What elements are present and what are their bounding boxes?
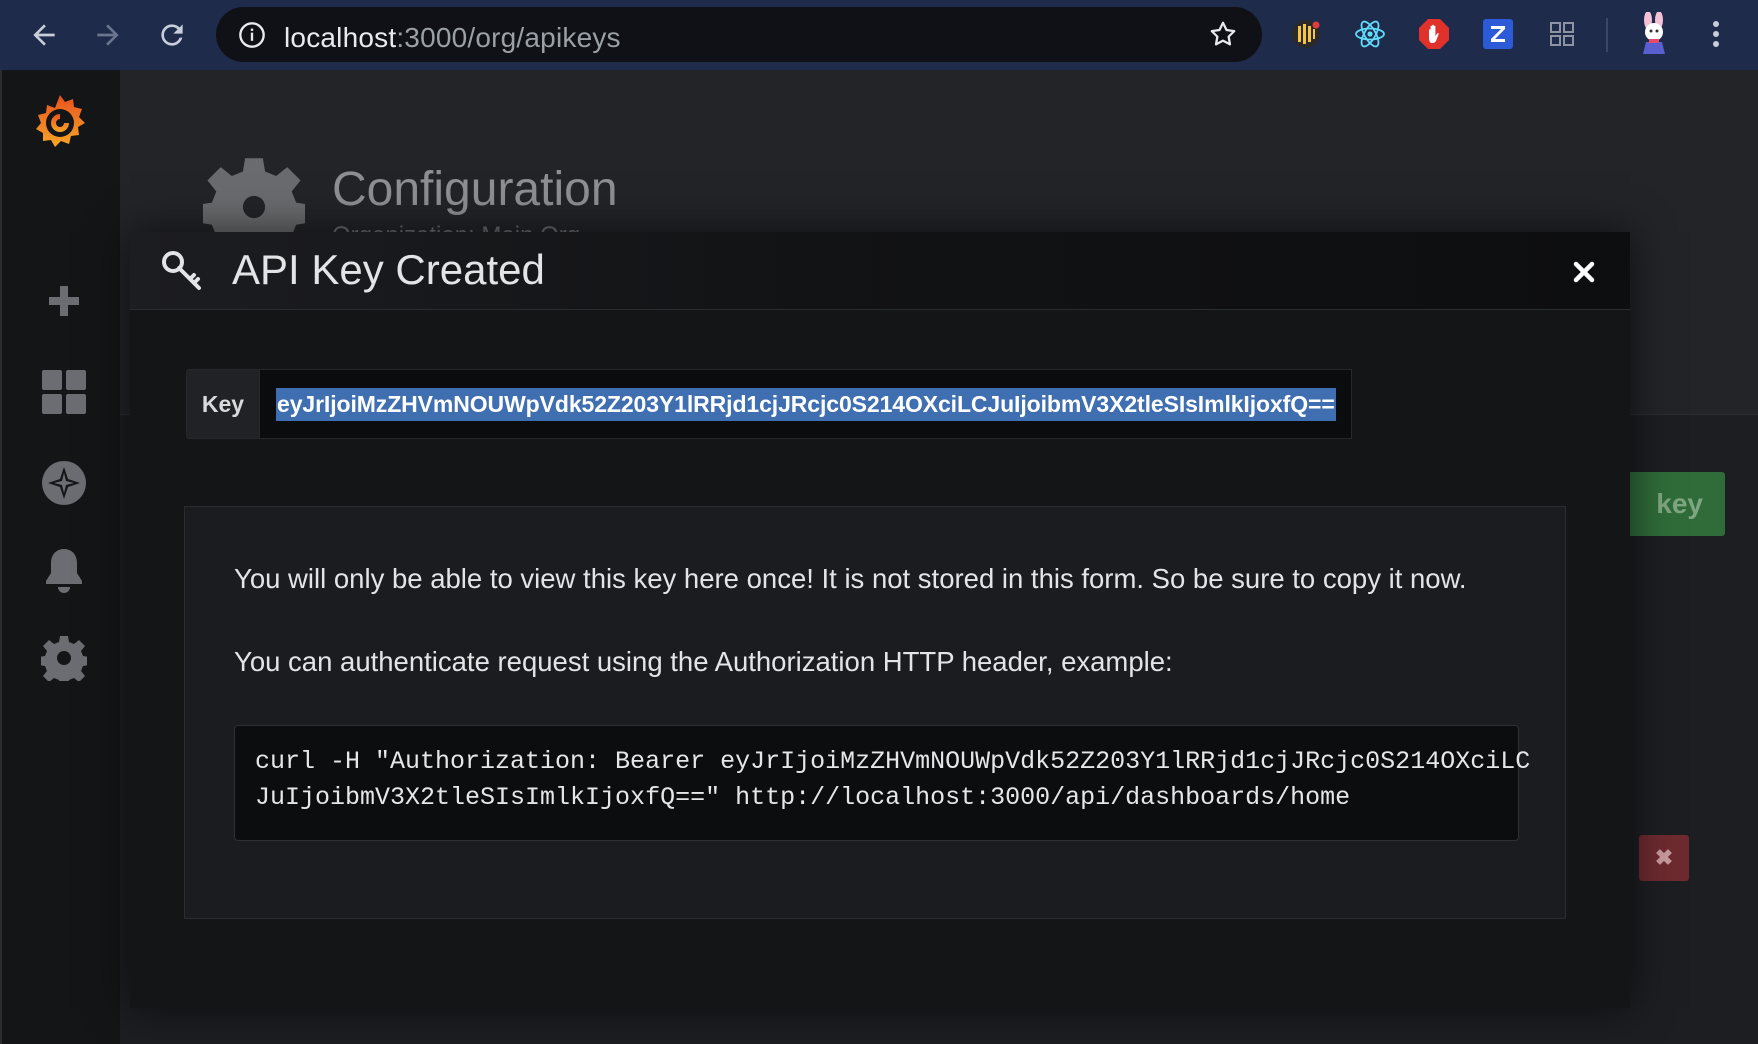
modal-header: API Key Created (130, 232, 1630, 310)
alerting-bell-icon[interactable] (36, 542, 92, 598)
browser-toolbar: localhost:3000/org/apikeys (0, 0, 1758, 70)
url-text: localhost:3000/org/apikeys (284, 22, 621, 54)
delete-key-button[interactable]: ✖ (1639, 835, 1689, 881)
api-key-created-modal: API Key Created Key eyJrIjoiMzZHVmNOUWpV… (130, 232, 1630, 1008)
grid-extension-icon[interactable] (1542, 14, 1582, 54)
adblock-hand-icon[interactable] (1414, 14, 1454, 54)
key-value-field[interactable]: eyJrIjoiMzZHVmNOUWpVdk52Z203Y1lRRjd1cjJR… (260, 369, 1352, 439)
url-path: :3000/org/apikeys (396, 22, 621, 53)
address-bar[interactable]: localhost:3000/org/apikeys (216, 7, 1262, 62)
forward-arrow-icon[interactable] (88, 13, 128, 57)
info-auth-text: You can authenticate request using the A… (234, 646, 1173, 677)
key-field-row: Key eyJrIjoiMzZHVmNOUWpVdk52Z203Y1lRRjd1… (186, 369, 1352, 439)
code-line-2: JuIjoibmV3X2tleSIsImlkIjoxfQ==" http://l… (255, 783, 1351, 812)
url-host: localhost (284, 22, 397, 53)
code-line-1: curl -H "Authorization: Bearer eyJrIjoiM… (255, 747, 1531, 776)
reload-icon[interactable] (152, 13, 192, 57)
grafana-logo-icon[interactable] (28, 90, 92, 154)
delete-x-icon: ✖ (1654, 845, 1674, 870)
key-value-text[interactable]: eyJrIjoiMzZHVmNOUWpVdk52Z203Y1lRRjd1cjJR… (276, 387, 1336, 421)
react-devtools-icon[interactable] (1350, 14, 1390, 54)
close-icon[interactable] (1568, 256, 1600, 288)
key-icon (160, 249, 204, 298)
extension-stripes-icon[interactable] (1286, 14, 1326, 54)
back-arrow-icon[interactable] (24, 13, 64, 57)
curl-example-code[interactable]: curl -H "Authorization: Bearer eyJrIjoiM… (234, 725, 1531, 841)
browser-menu-icon[interactable] (1696, 14, 1736, 54)
explore-compass-icon[interactable] (36, 455, 92, 511)
info-icon[interactable] (238, 21, 266, 54)
key-info-box: You will only be able to view this key h… (184, 506, 1566, 919)
modal-title: API Key Created (232, 246, 545, 293)
page-title: Configuration (332, 163, 618, 216)
toolbar-divider (1606, 18, 1608, 52)
create-plus-icon[interactable] (36, 273, 92, 329)
dashboards-icon[interactable] (36, 364, 92, 420)
info-warning-text: You will only be able to view this key h… (234, 563, 1467, 594)
configuration-gear-icon[interactable] (36, 630, 92, 686)
profile-avatar[interactable] (1634, 12, 1674, 54)
add-api-key-button[interactable]: key (1620, 472, 1725, 536)
key-label: Key (186, 369, 260, 439)
z-extension-icon[interactable] (1478, 14, 1518, 54)
add-api-key-label: key (1656, 488, 1703, 519)
bookmark-star-icon[interactable] (1208, 19, 1238, 54)
sidemenu (0, 70, 120, 1044)
